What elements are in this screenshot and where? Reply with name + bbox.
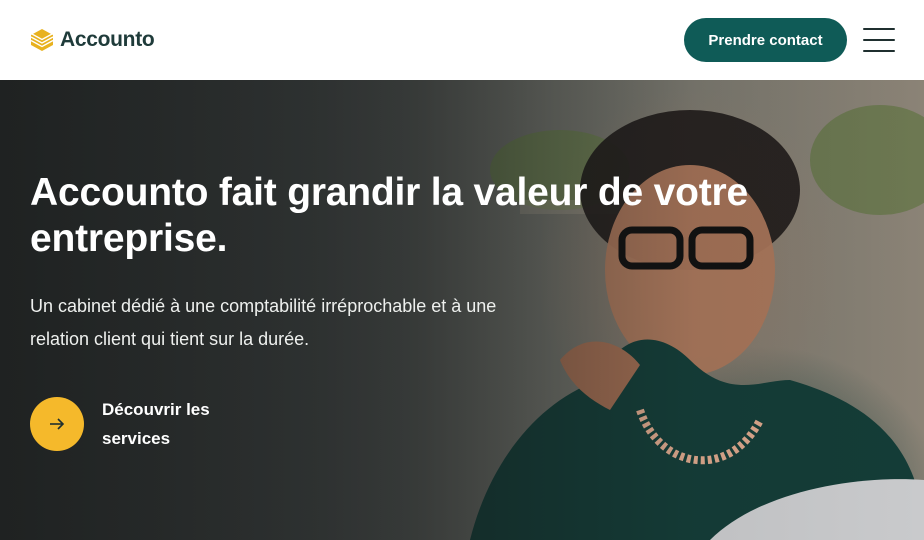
header-actions: Prendre contact bbox=[684, 18, 895, 62]
arrow-right-icon bbox=[50, 418, 65, 430]
logo-text: Accounto bbox=[60, 28, 155, 51]
menu-line bbox=[863, 28, 895, 30]
discover-button[interactable] bbox=[30, 397, 84, 451]
discover-label: Découvrir les services bbox=[102, 400, 210, 448]
hero-section: Accounto fait grandir la valeur de votre… bbox=[0, 80, 924, 540]
site-header: Accounto Prendre contact bbox=[0, 0, 924, 80]
discover-services-link[interactable]: Découvrir les services bbox=[30, 395, 222, 453]
logo[interactable]: Accounto bbox=[30, 28, 155, 52]
hero-subtitle: Un cabinet dédié à une comptabilité irré… bbox=[30, 296, 497, 349]
contact-button[interactable]: Prendre contact bbox=[684, 18, 847, 62]
menu-line bbox=[863, 50, 895, 52]
logo-mark-icon bbox=[30, 29, 54, 51]
menu-line bbox=[863, 39, 895, 41]
hero-title: Accounto fait grandir la valeur de votre… bbox=[30, 171, 748, 260]
hamburger-menu-icon[interactable] bbox=[863, 28, 895, 52]
